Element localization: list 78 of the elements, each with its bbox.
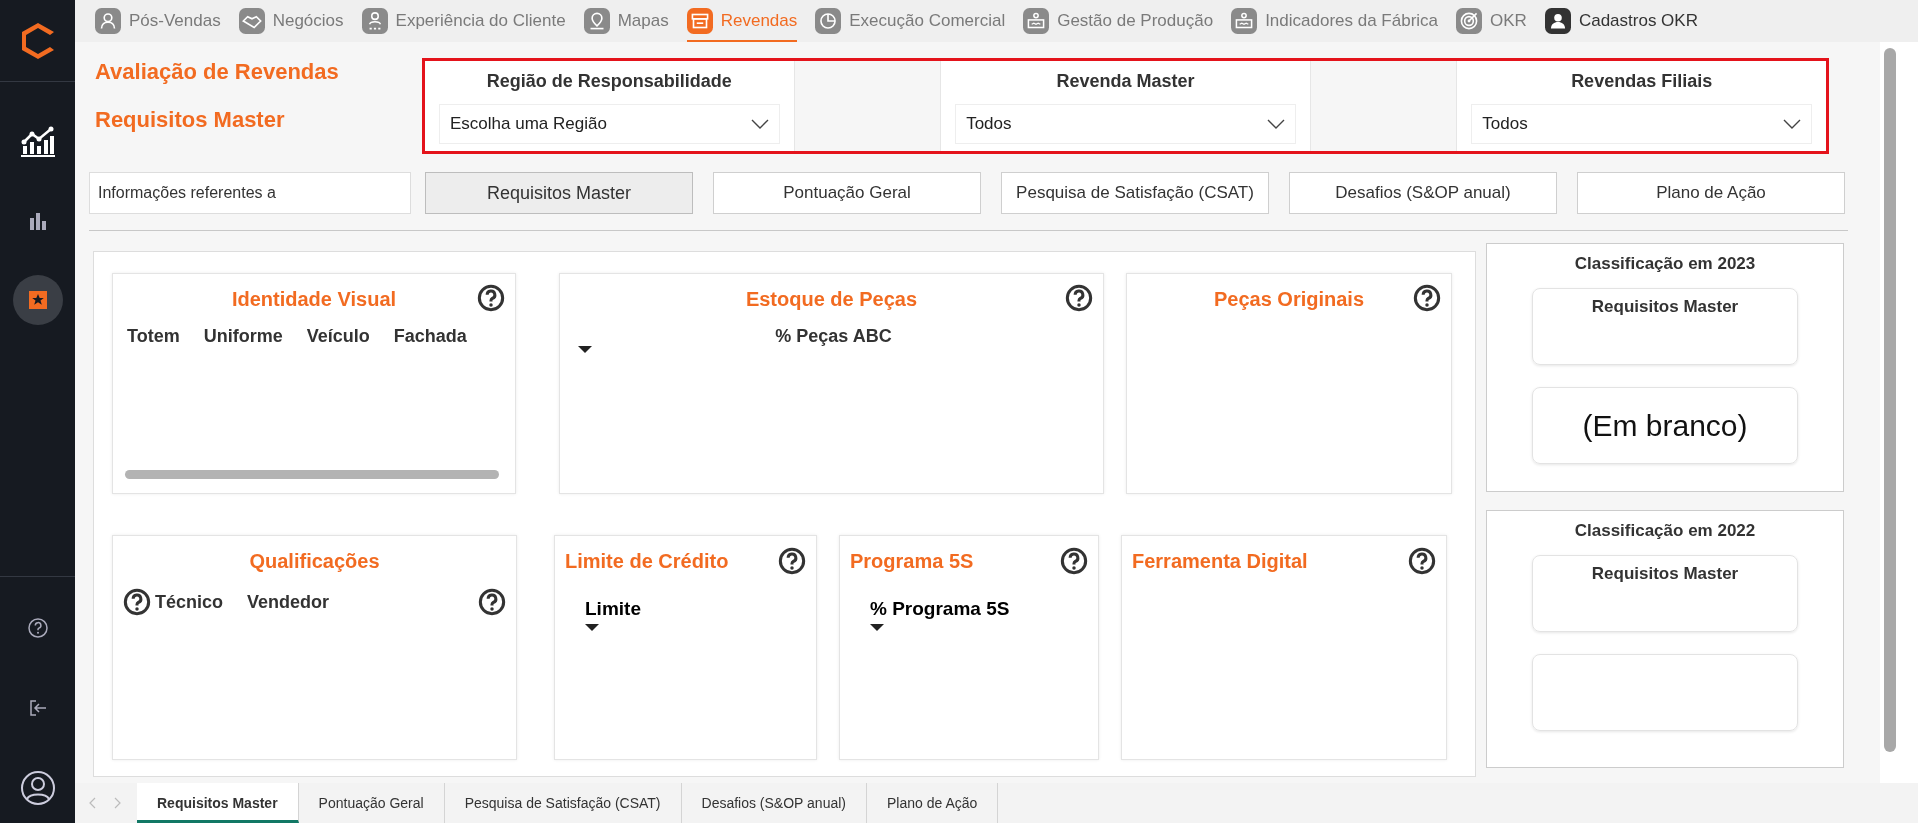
target-icon <box>1456 8 1483 34</box>
help-icon[interactable] <box>478 588 506 616</box>
help-icon[interactable] <box>1060 547 1088 575</box>
person-stars-icon <box>361 8 388 34</box>
column-header[interactable]: % Programa 5S <box>870 598 1010 620</box>
filter-label: Região de Responsabilidade <box>486 71 732 92</box>
page-button[interactable]: Pontuação Geral <box>713 172 981 214</box>
help-icon[interactable] <box>1413 284 1441 312</box>
scrollbar[interactable] <box>1880 42 1918 783</box>
column-header[interactable]: % Peças ABC <box>775 326 892 347</box>
visual-title: Peças Originais <box>1213 287 1365 311</box>
nav-tab[interactable]: Execução Comercial <box>815 0 1006 42</box>
page-tab[interactable]: Pontuação Geral <box>298 783 445 823</box>
column-header[interactable]: Vendedor <box>247 591 330 613</box>
nav-tab[interactable]: Negócios <box>238 0 344 42</box>
column-header[interactable]: Uniforme <box>203 326 283 347</box>
filter-label: Revenda Master <box>1056 71 1195 92</box>
page-tab[interactable]: Pesquisa de Satisfação (CSAT) <box>444 783 682 823</box>
column-header[interactable]: Totem <box>127 326 180 347</box>
page-tab[interactable]: Desafios (S&OP anual) <box>681 783 867 823</box>
nav-tab[interactable]: OKR <box>1456 0 1527 42</box>
scrollbar[interactable] <box>125 470 499 479</box>
page-button[interactable]: Plano de Ação <box>1577 172 1845 214</box>
help-icon[interactable] <box>123 588 151 616</box>
bar-chart-icon <box>27 210 48 230</box>
column-header[interactable]: Técnico <box>155 591 224 613</box>
card-label: Requisitos Master <box>1591 563 1739 585</box>
help-icon[interactable] <box>26 617 49 639</box>
map-pin-icon <box>583 8 610 34</box>
sort-arrow-icon[interactable] <box>578 346 592 353</box>
visual-title: Qualificações <box>249 549 380 573</box>
info-field: Informações referentes a <box>89 172 411 214</box>
visual-title: Estoque de Peças <box>745 287 918 311</box>
page-tab[interactable]: Requisitos Master <box>137 783 299 823</box>
visual-title: Programa 5S <box>850 549 974 573</box>
nav-tab[interactable]: Cadastros OKR <box>1544 0 1698 42</box>
workbench-icon <box>1231 8 1258 34</box>
help-icon[interactable] <box>778 547 806 575</box>
visual-title: Limite de Crédito <box>565 549 729 573</box>
page-button[interactable]: Pesquisa de Satisfação (CSAT) <box>1001 172 1269 214</box>
nav-tab[interactable]: Mapas <box>583 0 669 42</box>
workbench-icon <box>1023 8 1050 34</box>
store-icon <box>686 8 713 34</box>
nav-tab[interactable]: Pós-Vendas <box>95 0 221 42</box>
report-title: Avaliação de Revendas <box>95 60 340 84</box>
sort-arrow-icon[interactable] <box>870 624 884 631</box>
sidebar-item[interactable] <box>12 275 63 325</box>
page-button[interactable]: Requisitos Master <box>425 172 693 214</box>
chevron-down-icon <box>1783 119 1801 129</box>
column-header[interactable]: Fachada <box>393 326 467 347</box>
nav-tab[interactable]: Indicadores da Fábrica <box>1231 0 1439 42</box>
chevron-down-icon <box>750 119 769 129</box>
user-icon <box>1544 8 1571 34</box>
column-header[interactable]: Veículo <box>306 326 370 347</box>
page-tab[interactable]: Plano de Ação <box>867 783 999 823</box>
dropdown[interactable]: Escolha uma Região <box>439 104 780 144</box>
visual-title: Ferramenta Digital <box>1132 549 1308 573</box>
ranking-title: Classificação em 2023 <box>1574 254 1756 274</box>
help-icon[interactable] <box>477 284 505 312</box>
visual-title: Identidade Visual <box>231 287 397 311</box>
help-icon[interactable] <box>1065 284 1093 312</box>
column-header[interactable]: Limite <box>585 598 641 620</box>
nav-tab[interactable]: Gestão de Produção <box>1023 0 1214 42</box>
dropdown[interactable]: Todos <box>1471 104 1812 144</box>
help-icon[interactable] <box>1408 547 1436 575</box>
chevron-down-icon <box>1266 119 1285 129</box>
sort-arrow-icon[interactable] <box>585 624 599 631</box>
report-subtitle: Requisitos Master <box>95 108 286 132</box>
account-icon[interactable] <box>19 770 56 806</box>
ranking-title: Classificação em 2022 <box>1574 521 1756 541</box>
person-icon <box>95 8 121 34</box>
pie-chart-icon <box>815 8 842 34</box>
dropdown[interactable]: Todos <box>955 104 1296 144</box>
nav-tab[interactable]: Experiência do Cliente <box>361 0 566 42</box>
card-label: Requisitos Master <box>1591 296 1739 318</box>
card-value: (Em branco) <box>1582 408 1748 443</box>
filter-label: Revendas Filiais <box>1571 71 1713 92</box>
page-button[interactable]: Desafios (S&OP anual) <box>1289 172 1557 214</box>
